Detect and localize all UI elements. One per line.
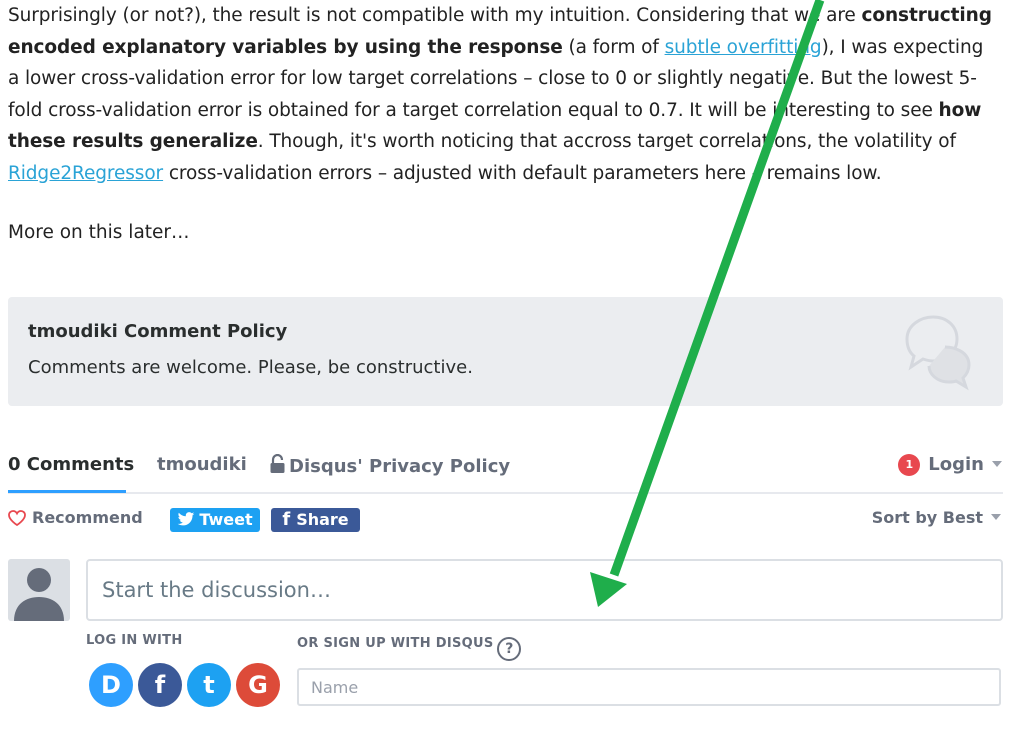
login-dropdown[interactable]: 1 Login: [898, 454, 1002, 476]
privacy-policy-label: Disqus' Privacy Policy: [289, 456, 511, 477]
login-label: Login: [928, 454, 984, 475]
facebook-login-icon[interactable]: f: [138, 663, 182, 707]
avatar: [8, 559, 70, 621]
article-paragraph: Surprisingly (or not?), the result is no…: [8, 5, 992, 184]
name-field[interactable]: [297, 668, 1001, 706]
article-text: Surprisingly (or not?), the result is no…: [8, 0, 998, 189]
chevron-down-icon: [991, 514, 1001, 520]
help-icon[interactable]: ?: [497, 637, 522, 661]
twitter-login-icon[interactable]: t: [187, 663, 231, 707]
comment-composer[interactable]: Start the discussion…: [86, 559, 1003, 621]
notification-badge: 1: [898, 454, 921, 476]
share-button[interactable]: f Share: [271, 508, 360, 532]
comment-policy-box: tmoudiki Comment Policy Comments are wel…: [8, 297, 1003, 406]
ridge2regressor-link[interactable]: Ridge2Regressor: [8, 163, 163, 184]
policy-title: tmoudiki Comment Policy: [28, 321, 288, 342]
heart-icon: [8, 510, 26, 526]
facebook-icon: f: [282, 509, 291, 530]
comment-actions-bar: Recommend Tweet f Share Sort by Best: [8, 506, 1003, 534]
twitter-icon: [178, 512, 195, 526]
tab-community[interactable]: tmoudiki: [157, 454, 247, 475]
share-label: Share: [296, 510, 349, 529]
disqus-login-icon[interactable]: D: [89, 663, 133, 707]
tab-privacy-policy[interactable]: Disqus' Privacy Policy: [270, 454, 510, 477]
more-on-this-later: More on this later…: [8, 222, 190, 243]
recommend-button[interactable]: Recommend: [8, 508, 143, 527]
chevron-down-icon: [992, 461, 1002, 467]
tab-comments[interactable]: 0 Comments: [8, 454, 134, 475]
active-tab-indicator: [8, 490, 126, 493]
sort-dropdown[interactable]: Sort by Best: [872, 508, 1001, 527]
composer-placeholder: Start the discussion…: [102, 578, 331, 602]
tweet-button[interactable]: Tweet: [170, 508, 260, 532]
log-in-with-label: LOG IN WITH: [86, 633, 183, 648]
sign-up-label: OR SIGN UP WITH DISQUS?: [297, 636, 522, 661]
policy-text: Comments are welcome. Please, be constru…: [28, 357, 473, 378]
tweet-label: Tweet: [199, 510, 253, 529]
google-login-icon[interactable]: G: [236, 663, 280, 707]
subtle-overfitting-link[interactable]: subtle overfitting: [665, 37, 822, 58]
lock-icon: [270, 454, 285, 473]
recommend-label: Recommend: [32, 508, 143, 527]
user-silhouette-icon: [14, 568, 64, 621]
sort-label: Sort by Best: [871, 508, 983, 527]
comment-tabs: 0 Comments tmoudiki Disqus' Privacy Poli…: [8, 446, 1003, 494]
chat-bubbles-icon: [905, 315, 971, 391]
